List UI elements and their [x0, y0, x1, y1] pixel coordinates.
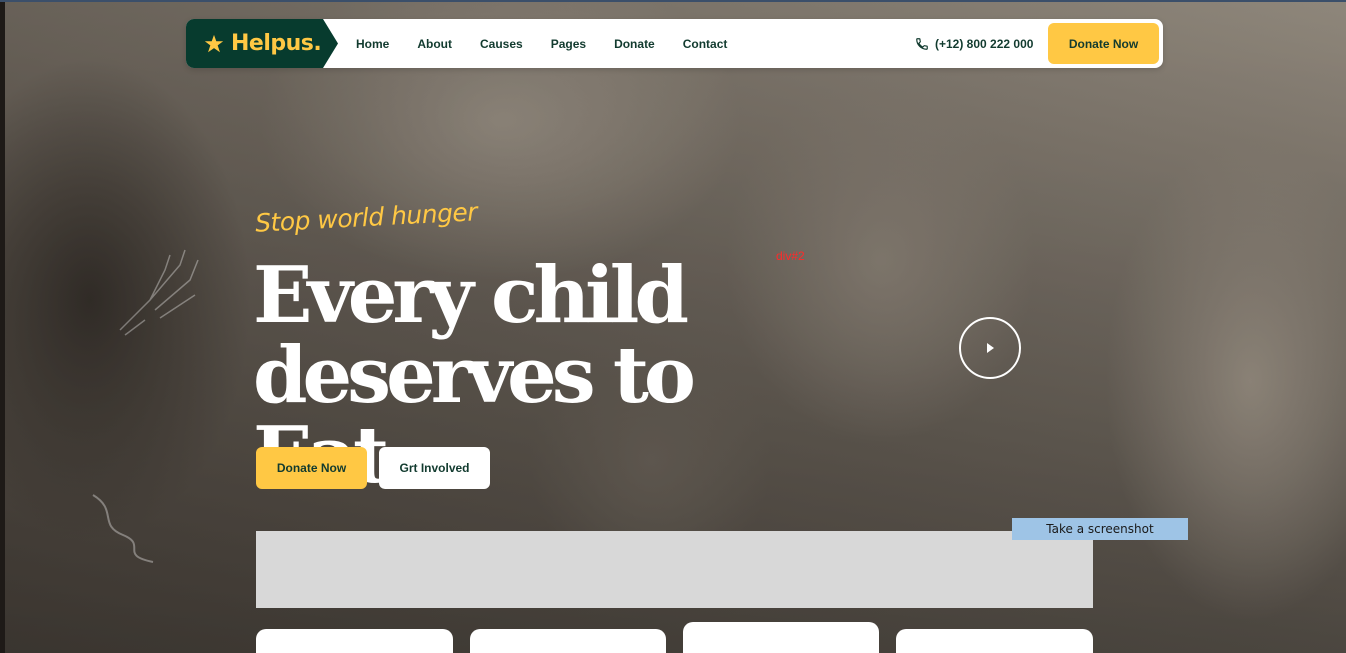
nav-link-about[interactable]: About: [417, 37, 452, 51]
feature-card[interactable]: [683, 622, 879, 653]
nav-link-pages[interactable]: Pages: [551, 37, 586, 51]
take-screenshot-button[interactable]: Take a screenshot: [1012, 518, 1188, 540]
window-top-edge: [0, 0, 1346, 2]
nav-link-home[interactable]: Home: [356, 37, 389, 51]
hands-doodle-icon: [119, 249, 199, 336]
window-left-edge: [0, 0, 5, 653]
get-involved-button[interactable]: Grt Involved: [379, 447, 490, 489]
nav-link-causes[interactable]: Causes: [480, 37, 523, 51]
hero-donate-button[interactable]: Donate Now: [256, 447, 367, 489]
brand-logo[interactable]: Helpus.: [186, 19, 338, 68]
nav-donate-button[interactable]: Donate Now: [1048, 23, 1159, 64]
feature-card[interactable]: [256, 629, 453, 653]
feature-card[interactable]: [470, 629, 666, 653]
nav-links: Home About Causes Pages Donate Contact: [356, 19, 755, 68]
placeholder-panel: [256, 531, 1093, 608]
debug-element-label: div#2: [776, 249, 805, 263]
star-hand-icon: [204, 34, 224, 52]
nav-link-donate[interactable]: Donate: [614, 37, 655, 51]
headline-line-1: Every child: [253, 250, 689, 341]
nav-link-contact[interactable]: Contact: [683, 37, 728, 51]
phone-number: (+12) 800 222 000: [935, 36, 1034, 51]
phone-contact[interactable]: (+12) 800 222 000: [915, 19, 1033, 68]
video-play-button[interactable]: [959, 317, 1021, 379]
feature-card[interactable]: [896, 629, 1093, 653]
phone-icon: [916, 37, 928, 50]
play-icon: [987, 343, 994, 353]
main-navbar: Helpus. Home About Causes Pages Donate C…: [186, 19, 1163, 68]
brand-name: Helpus.: [231, 31, 322, 56]
squiggle-doodle-icon: [92, 494, 154, 563]
